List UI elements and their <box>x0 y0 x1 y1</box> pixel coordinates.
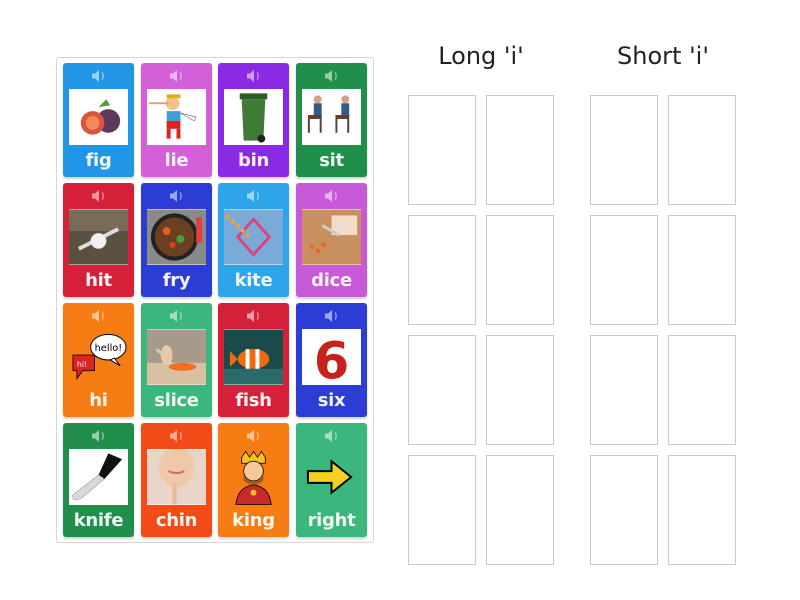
long-i-drop-slot[interactable] <box>486 95 554 205</box>
card-fry[interactable]: fry <box>141 183 212 297</box>
speaker-icon[interactable] <box>324 429 340 443</box>
fig-fruit-image <box>69 89 128 145</box>
card-label: knife <box>73 510 124 531</box>
group-title-long-i: Long 'i' <box>438 42 524 70</box>
speaker-icon[interactable] <box>169 189 185 203</box>
speaker-icon[interactable] <box>246 69 262 83</box>
card-label: six <box>317 390 346 411</box>
speaker-icon[interactable] <box>324 189 340 203</box>
short-i-drop-slot[interactable] <box>590 335 658 445</box>
clownfish-image <box>224 329 283 385</box>
long-i-drop-slot[interactable] <box>408 215 476 325</box>
card-label: hi <box>89 390 108 411</box>
card-fig[interactable]: fig <box>63 63 134 177</box>
baseball-hit-image <box>69 209 128 265</box>
card-king[interactable]: king <box>218 423 289 537</box>
card-six[interactable]: 6 six <box>296 303 367 417</box>
slicing-carrot-image <box>147 329 206 385</box>
svg-text:hello!: hello! <box>95 343 123 354</box>
card-sit[interactable]: sit <box>296 63 367 177</box>
frying-pan-food-image <box>147 209 206 265</box>
long-i-drop-slot[interactable] <box>486 335 554 445</box>
woman-chin-image <box>147 449 206 505</box>
green-wheelie-bin-image <box>224 89 283 145</box>
speaker-icon[interactable] <box>91 69 107 83</box>
card-label: fig <box>85 150 112 171</box>
short-i-drop-slot[interactable] <box>590 95 658 205</box>
card-fish[interactable]: fish <box>218 303 289 417</box>
card-label: right <box>307 510 356 531</box>
speaker-icon[interactable] <box>246 309 262 323</box>
speaker-icon[interactable] <box>169 429 185 443</box>
short-i-drop-slot[interactable] <box>668 335 736 445</box>
long-i-drop-slot[interactable] <box>408 95 476 205</box>
speaker-icon[interactable] <box>246 189 262 203</box>
card-label: hit <box>85 270 112 291</box>
svg-text:hi!: hi! <box>77 360 87 369</box>
hi-hello-bubbles-image: hi! hello! <box>69 329 128 385</box>
card-hi[interactable]: hi! hello! hi <box>63 303 134 417</box>
pinocchio-image <box>147 89 206 145</box>
card-label: sit <box>319 150 344 171</box>
card-kite[interactable]: kite <box>218 183 289 297</box>
speaker-icon[interactable] <box>324 309 340 323</box>
card-label: bin <box>238 150 269 171</box>
kitchen-knife-image <box>69 449 128 505</box>
short-i-drop-slot[interactable] <box>668 95 736 205</box>
card-label: chin <box>155 510 198 531</box>
speaker-icon[interactable] <box>91 189 107 203</box>
card-label: slice <box>154 390 199 411</box>
card-knife[interactable]: knife <box>63 423 134 537</box>
card-label: king <box>232 510 275 531</box>
card-chin[interactable]: chin <box>141 423 212 537</box>
card-label: fry <box>162 270 191 291</box>
card-slice[interactable]: slice <box>141 303 212 417</box>
yellow-arrow-right-image <box>302 449 361 505</box>
group-title-short-i: Short 'i' <box>617 42 709 70</box>
speaker-icon[interactable] <box>324 69 340 83</box>
short-i-drop-slot[interactable] <box>668 215 736 325</box>
number-six-image: 6 <box>302 329 361 385</box>
short-i-drop-slot[interactable] <box>590 455 658 565</box>
speaker-icon[interactable] <box>91 309 107 323</box>
card-lie[interactable]: lie <box>141 63 212 177</box>
speaker-icon[interactable] <box>169 69 185 83</box>
svg-text:6: 6 <box>314 333 350 385</box>
card-dice[interactable]: dice <box>296 183 367 297</box>
card-label: lie <box>164 150 189 171</box>
dicing-carrot-image <box>302 209 361 265</box>
short-i-drop-slot[interactable] <box>590 215 658 325</box>
speaker-icon[interactable] <box>91 429 107 443</box>
cartoon-king-image <box>224 449 283 505</box>
long-i-drop-slot[interactable] <box>486 215 554 325</box>
short-i-drop-slot[interactable] <box>668 455 736 565</box>
speaker-icon[interactable] <box>246 429 262 443</box>
card-hit[interactable]: hit <box>63 183 134 297</box>
card-label: dice <box>311 270 352 291</box>
long-i-drop-slot[interactable] <box>408 455 476 565</box>
people-sitting-image <box>302 89 361 145</box>
rainbow-kite-image <box>224 209 283 265</box>
long-i-drop-slot[interactable] <box>486 455 554 565</box>
card-label: kite <box>234 270 273 291</box>
long-i-drop-slot[interactable] <box>408 335 476 445</box>
card-label: fish <box>235 390 272 411</box>
card-right[interactable]: right <box>296 423 367 537</box>
speaker-icon[interactable] <box>169 309 185 323</box>
card-bin[interactable]: bin <box>218 63 289 177</box>
